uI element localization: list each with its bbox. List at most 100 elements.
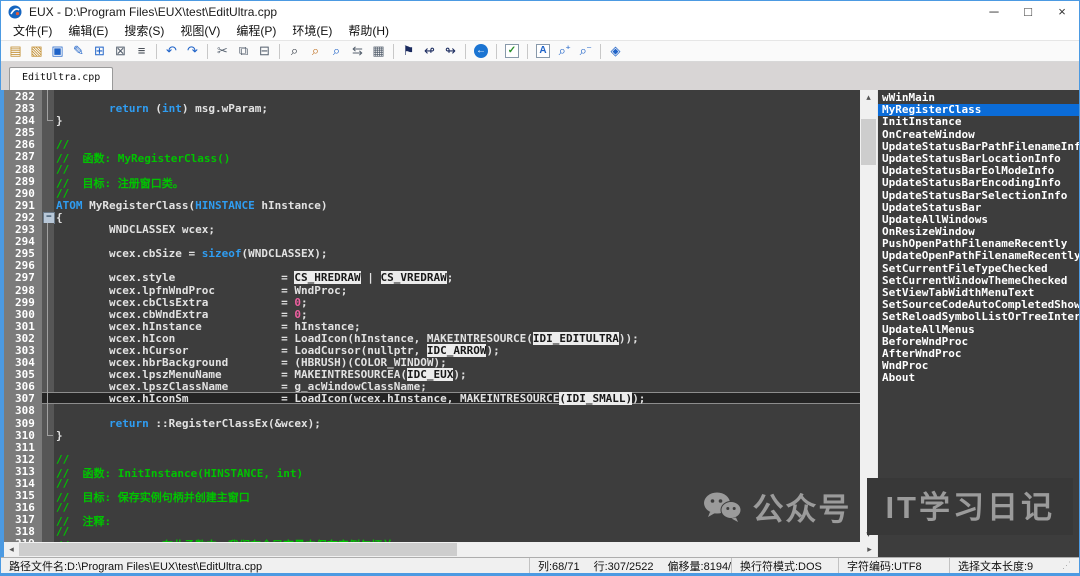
vertical-scroll-track[interactable] (860, 105, 877, 527)
code-text: wcex.lpfnWndProc = WndProc; (54, 284, 347, 296)
function-list-item[interactable]: WndProc (878, 360, 1079, 372)
undo-button[interactable]: ↶ (161, 41, 182, 61)
fold-margin (42, 138, 54, 150)
function-list-item[interactable]: OnCreateWindow (878, 129, 1079, 141)
prev-bookmark-button[interactable]: ↫ (419, 41, 440, 61)
vertical-scroll-thumb[interactable] (861, 119, 876, 165)
menu-edit[interactable]: 编辑(E) (60, 23, 116, 40)
open-file-button[interactable]: ▧ (26, 41, 47, 61)
menu-search[interactable]: 搜索(S) (116, 23, 172, 40)
editor-row: 282283 return (int) msg.wParam;284}28528… (4, 90, 877, 542)
code-text: } (54, 114, 63, 126)
function-list-item[interactable]: UpdateStatusBarEncodingInfo (878, 177, 1079, 189)
minimize-button[interactable]: ─ (977, 1, 1011, 23)
function-list-item[interactable]: UpdateAllWindows (878, 214, 1079, 226)
line-number: 309 (4, 417, 42, 429)
fold-margin (42, 513, 54, 525)
fold-margin (42, 368, 54, 380)
code-line: 303 wcex.hCursor = LoadCursor(nullptr, I… (4, 344, 860, 356)
close-button[interactable]: × (1045, 1, 1079, 23)
maximize-button[interactable]: □ (1011, 1, 1045, 23)
code-text: // (54, 163, 69, 175)
function-list-item[interactable]: SetCurrentFileTypeChecked (878, 263, 1079, 275)
scroll-up-arrow-icon[interactable]: ▴ (860, 90, 877, 105)
redo-button[interactable]: ↷ (182, 41, 203, 61)
horizontal-scroll-track[interactable] (19, 542, 862, 557)
function-list-item[interactable]: PushOpenPathFilenameRecently (878, 238, 1079, 250)
code-line: 282 (4, 90, 860, 102)
syntax-color-button[interactable]: A (536, 44, 550, 58)
scroll-right-arrow-icon[interactable]: ▸ (862, 542, 877, 557)
back-button[interactable]: ← (474, 44, 488, 58)
menu-view[interactable]: 视图(V) (172, 23, 228, 40)
function-list-item[interactable]: UpdateAllMenus (878, 324, 1079, 336)
function-list-item[interactable]: BeforeWndProc (878, 336, 1079, 348)
find-prev-button[interactable]: ⌕ (305, 41, 326, 61)
zoom-in-button[interactable]: ⌕⁺ (554, 41, 575, 61)
line-number: 308 (4, 404, 42, 416)
watermark-account-name: IT学习日记 (867, 478, 1073, 535)
bookmark-button[interactable]: ⚑ (398, 41, 419, 61)
menu-program[interactable]: 编程(P) (228, 23, 284, 40)
find-button[interactable]: ⌕ (284, 41, 305, 61)
scroll-left-arrow-icon[interactable]: ◂ (4, 542, 19, 557)
function-list-item[interactable]: InitInstance (878, 116, 1079, 128)
fold-toggle-icon[interactable] (42, 211, 54, 223)
menu-file[interactable]: 文件(F) (5, 23, 60, 40)
line-number: 305 (4, 368, 42, 380)
save-all-button[interactable]: ⊞ (89, 41, 110, 61)
code-editor[interactable]: 282283 return (int) msg.wParam;284}28528… (4, 90, 860, 542)
save-button[interactable]: ▣ (47, 41, 68, 61)
line-number: 282 (4, 90, 42, 102)
find-next-button[interactable]: ⌕ (326, 41, 347, 61)
code-text (54, 126, 56, 138)
new-file-button[interactable]: ▤ (5, 41, 26, 61)
replace-in-files-button[interactable]: ▦ (368, 41, 389, 61)
line-number: 288 (4, 163, 42, 175)
function-list-item[interactable]: UpdateOpenPathFilenameRecently (878, 250, 1079, 262)
toolbar-separator (156, 44, 157, 59)
zoom-out-button[interactable]: ⌕⁻ (575, 41, 596, 61)
next-bookmark-button[interactable]: ↬ (440, 41, 461, 61)
checklist-button[interactable]: ✓ (505, 44, 519, 58)
fold-margin (42, 465, 54, 477)
code-line: 289// 目标: 注册窗口类。 (4, 175, 860, 187)
function-list-item[interactable]: SetCurrentWindowThemeChecked (878, 275, 1079, 287)
function-list-item[interactable]: MyRegisterClass (878, 104, 1079, 116)
menu-environment[interactable]: 环境(E) (284, 23, 340, 40)
function-list-item[interactable]: UpdateStatusBarPathFilenameInfo (878, 141, 1079, 153)
horizontal-scrollbar[interactable]: ◂ ▸ (4, 542, 877, 557)
paste-button[interactable]: ⊟ (254, 41, 275, 61)
code-line: 290// (4, 187, 860, 199)
function-list-item[interactable]: UpdateStatusBarLocationInfo (878, 153, 1079, 165)
menu-help[interactable]: 帮助(H) (340, 23, 397, 40)
function-list-item[interactable]: UpdateStatusBarSelectionInfo (878, 190, 1079, 202)
function-list-item[interactable]: AfterWndProc (878, 348, 1079, 360)
function-list-item[interactable]: SetViewTabWidthMenuText (878, 287, 1079, 299)
function-list-item[interactable]: wWinMain (878, 92, 1079, 104)
close-file-button[interactable]: ⊠ (110, 41, 131, 61)
horizontal-scroll-thumb[interactable] (19, 543, 457, 556)
vertical-scrollbar[interactable]: ▴ ▾ (860, 90, 877, 542)
copy-button[interactable]: ⧉ (233, 41, 254, 61)
code-text: WNDCLASSEX wcex; (54, 223, 215, 235)
code-text: return (int) msg.wParam; (54, 102, 268, 114)
cut-button[interactable]: ✂ (212, 41, 233, 61)
function-list-item[interactable]: About (878, 372, 1079, 384)
save-as-button[interactable]: ✎ (68, 41, 89, 61)
code-text: // (54, 453, 69, 465)
tab-editultra-cpp[interactable]: EditUltra.cpp (9, 67, 113, 90)
function-list-item[interactable]: UpdateStatusBarEolModeInfo (878, 165, 1079, 177)
function-list-item[interactable]: SetReloadSymbolListOrTreeInterva (878, 311, 1079, 323)
about-button[interactable]: ◈ (605, 41, 626, 61)
resize-grip[interactable]: ⋰ (1062, 560, 1071, 571)
function-list-item[interactable]: SetSourceCodeAutoCompletedShowAf (878, 299, 1079, 311)
fold-margin (42, 332, 54, 344)
function-list-item[interactable]: OnResizeWindow (878, 226, 1079, 238)
code-line: 298 wcex.lpfnWndProc = WndProc; (4, 284, 860, 296)
code-text: // (54, 138, 69, 150)
function-list-item[interactable]: UpdateStatusBar (878, 202, 1079, 214)
file-list-button[interactable]: ≡ (131, 41, 152, 61)
replace-button[interactable]: ⇆ (347, 41, 368, 61)
fold-margin (42, 223, 54, 235)
